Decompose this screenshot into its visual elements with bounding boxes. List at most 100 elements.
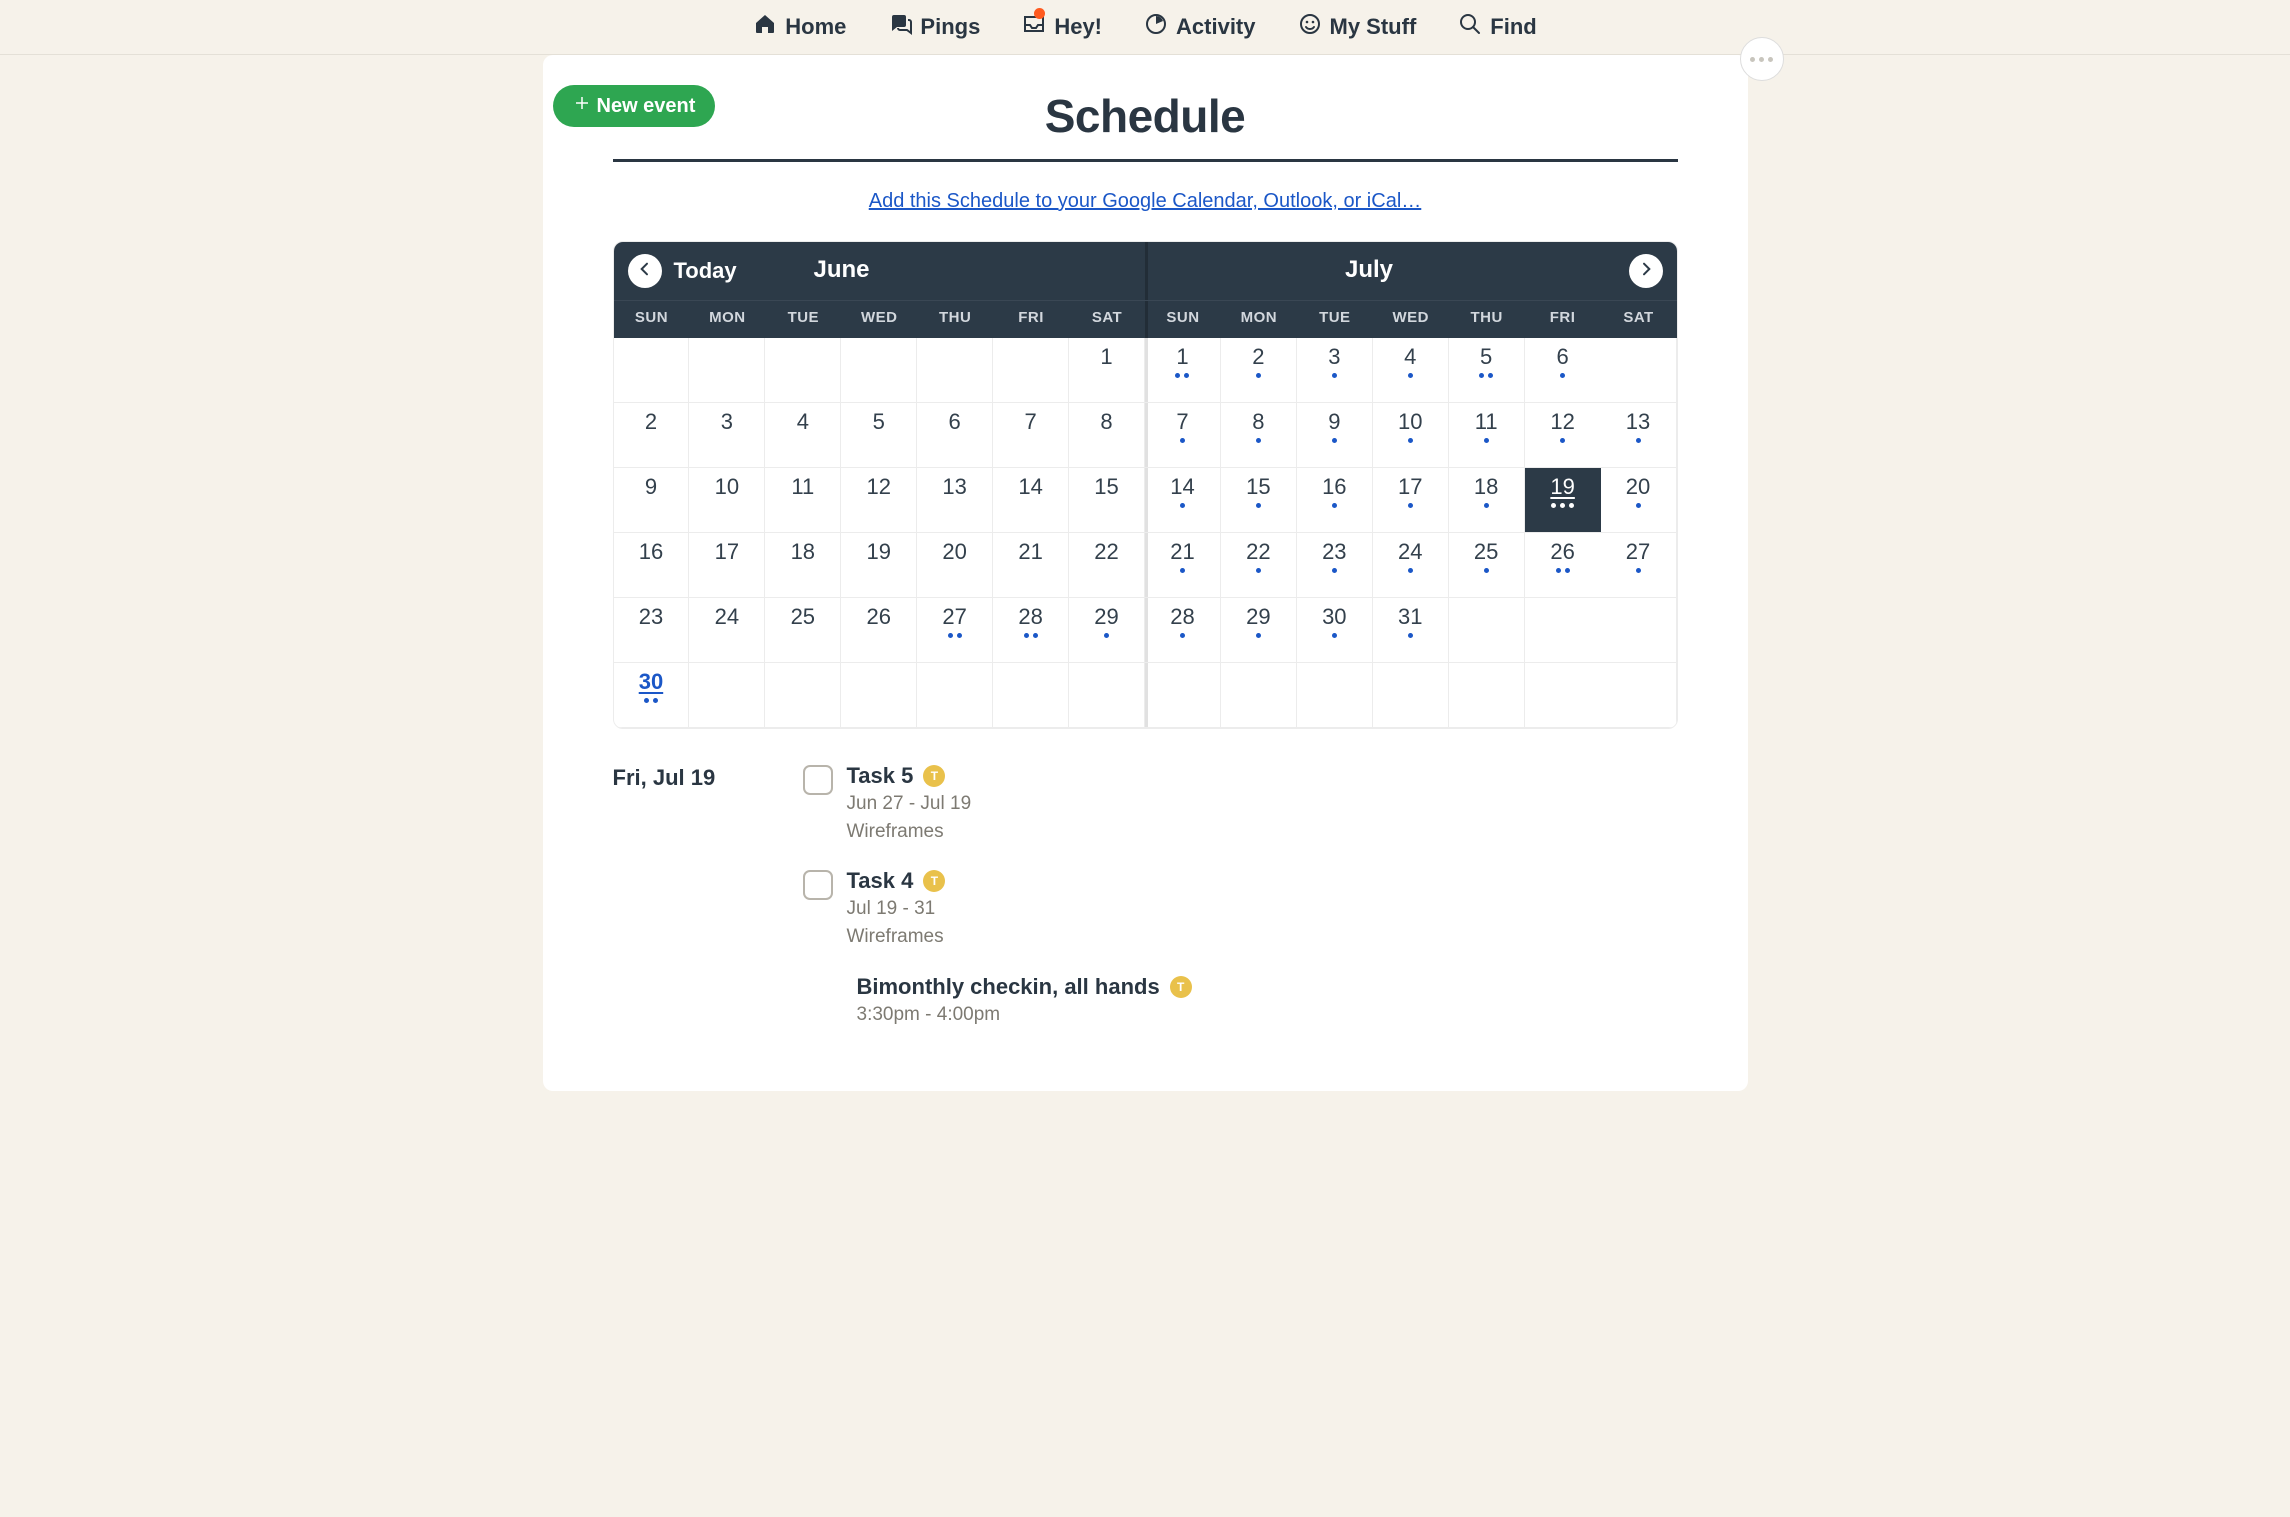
agenda-item-title[interactable]: Task 4 [847, 868, 914, 894]
calendar-day[interactable]: 22 [1069, 533, 1145, 598]
calendar-day[interactable]: 8 [1069, 403, 1145, 468]
calendar-day[interactable]: 3 [1297, 338, 1373, 403]
event-dots [1484, 568, 1489, 574]
calendar-day[interactable]: 24 [689, 598, 765, 663]
calendar-day[interactable]: 17 [1373, 468, 1449, 533]
calendar-day[interactable]: 7 [1145, 403, 1221, 468]
calendar-day[interactable]: 26 [841, 598, 917, 663]
day-number: 2 [645, 409, 657, 435]
agenda-item-title[interactable]: Bimonthly checkin, all hands [857, 974, 1160, 1000]
calendar-day[interactable]: 1 [1069, 338, 1145, 403]
assignee-badge[interactable]: T [1170, 976, 1192, 998]
calendar-day[interactable]: 17 [689, 533, 765, 598]
calendar-day[interactable]: 19 [841, 533, 917, 598]
calendar-day[interactable]: 30 [614, 663, 690, 728]
calendar-day[interactable]: 24 [1373, 533, 1449, 598]
calendar-day[interactable]: 19 [1525, 468, 1601, 533]
inbox-icon [1022, 12, 1046, 42]
calendar-day[interactable]: 27 [1601, 533, 1677, 598]
calendar-day[interactable]: 12 [841, 468, 917, 533]
assignee-badge[interactable]: T [923, 765, 945, 787]
day-number: 14 [1018, 474, 1042, 500]
calendar-day[interactable]: 3 [689, 403, 765, 468]
calendar-day[interactable]: 11 [1449, 403, 1525, 468]
calendar-day[interactable]: 16 [1297, 468, 1373, 533]
calendar-day[interactable]: 12 [1525, 403, 1601, 468]
calendar-day[interactable]: 23 [614, 598, 690, 663]
nav-home[interactable]: Home [753, 12, 846, 42]
nav-mystuff[interactable]: My Stuff [1298, 12, 1417, 42]
nav-activity[interactable]: Activity [1144, 12, 1255, 42]
event-dots [1180, 438, 1185, 444]
calendar-day[interactable]: 18 [1449, 468, 1525, 533]
more-menu-button[interactable] [1740, 37, 1784, 81]
calendar-day[interactable]: 8 [1221, 403, 1297, 468]
calendar-day[interactable]: 6 [1525, 338, 1601, 403]
calendar-day[interactable]: 22 [1221, 533, 1297, 598]
calendar-day[interactable]: 27 [917, 598, 993, 663]
calendar-day[interactable]: 11 [765, 468, 841, 533]
calendar-day[interactable]: 25 [1449, 533, 1525, 598]
calendar-day[interactable]: 25 [765, 598, 841, 663]
nav-pings[interactable]: Pings [888, 12, 980, 42]
event-dots [1175, 373, 1189, 379]
calendar-day[interactable]: 31 [1373, 598, 1449, 663]
todo-checkbox[interactable] [803, 765, 833, 795]
calendar-day[interactable]: 6 [917, 403, 993, 468]
nav-find[interactable]: Find [1458, 12, 1536, 42]
nav-hey[interactable]: Hey! [1022, 12, 1102, 42]
dow-label: THU [1449, 301, 1525, 338]
plus-icon [573, 94, 591, 118]
calendar-day[interactable]: 10 [689, 468, 765, 533]
calendar-day[interactable]: 2 [614, 403, 690, 468]
assignee-badge[interactable]: T [923, 870, 945, 892]
day-number: 1 [1176, 344, 1188, 370]
calendar-day[interactable]: 20 [917, 533, 993, 598]
calendar-day[interactable]: 28 [993, 598, 1069, 663]
calendar-day[interactable]: 7 [993, 403, 1069, 468]
calendar-day[interactable]: 10 [1373, 403, 1449, 468]
calendar-day[interactable]: 16 [614, 533, 690, 598]
event-dots [1256, 438, 1261, 444]
calendar-day[interactable]: 4 [1373, 338, 1449, 403]
calendar-day[interactable]: 2 [1221, 338, 1297, 403]
today-button[interactable]: Today [674, 258, 737, 284]
calendar-day[interactable]: 15 [1069, 468, 1145, 533]
calendar-prev-button[interactable] [628, 254, 662, 288]
calendar-day[interactable]: 28 [1145, 598, 1221, 663]
dow-label: MON [689, 301, 765, 338]
calendar-next-button[interactable] [1629, 254, 1663, 288]
calendar-day[interactable]: 14 [1145, 468, 1221, 533]
event-dots [948, 633, 962, 639]
calendar-day[interactable]: 21 [1145, 533, 1221, 598]
calendar-day[interactable]: 15 [1221, 468, 1297, 533]
day-number: 30 [639, 669, 663, 695]
calendar-day[interactable]: 29 [1069, 598, 1145, 663]
calendar-day[interactable]: 14 [993, 468, 1069, 533]
calendar-day[interactable]: 18 [765, 533, 841, 598]
day-number: 26 [1550, 539, 1574, 565]
agenda-item-title[interactable]: Task 5 [847, 763, 914, 789]
calendar-day[interactable]: 13 [917, 468, 993, 533]
calendar-empty [1601, 598, 1677, 663]
day-number: 23 [1322, 539, 1346, 565]
calendar-day[interactable]: 21 [993, 533, 1069, 598]
new-event-button[interactable]: New event [553, 85, 716, 127]
calendar-day[interactable]: 9 [1297, 403, 1373, 468]
calendar-day[interactable]: 20 [1601, 468, 1677, 533]
calendar-day[interactable]: 26 [1525, 533, 1601, 598]
calendar-day[interactable]: 5 [841, 403, 917, 468]
calendar-day[interactable]: 23 [1297, 533, 1373, 598]
add-to-calendar-link[interactable]: Add this Schedule to your Google Calenda… [613, 190, 1678, 213]
calendar-day[interactable]: 9 [614, 468, 690, 533]
calendar-day[interactable]: 29 [1221, 598, 1297, 663]
calendar-day[interactable]: 30 [1297, 598, 1373, 663]
day-number: 5 [873, 409, 885, 435]
calendar-day[interactable]: 4 [765, 403, 841, 468]
day-number: 12 [867, 474, 891, 500]
day-number: 4 [797, 409, 809, 435]
calendar-day[interactable]: 1 [1145, 338, 1221, 403]
todo-checkbox[interactable] [803, 870, 833, 900]
calendar-day[interactable]: 13 [1601, 403, 1677, 468]
calendar-day[interactable]: 5 [1449, 338, 1525, 403]
